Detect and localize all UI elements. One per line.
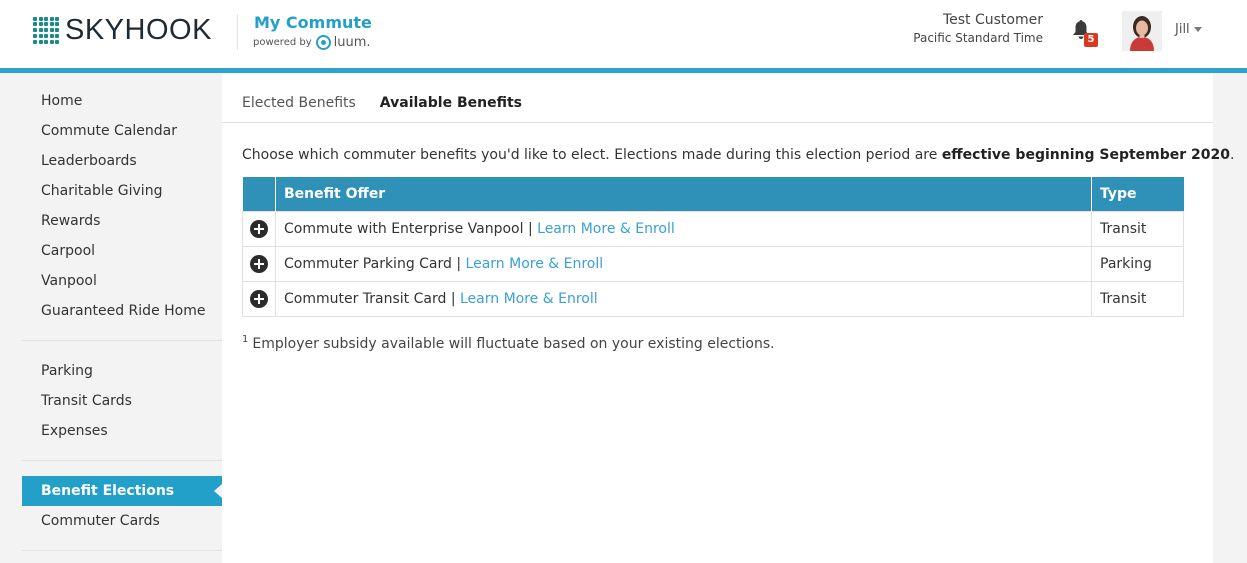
notification-count-badge[interactable]: 5 bbox=[1084, 33, 1098, 47]
learn-more-enroll-link[interactable]: Learn More & Enroll bbox=[466, 256, 604, 272]
plus-circle-icon[interactable] bbox=[250, 254, 268, 273]
skyhook-logo-icon bbox=[33, 16, 61, 45]
brand-name: SKYHOOK bbox=[65, 14, 212, 46]
plus-circle-icon[interactable] bbox=[250, 219, 268, 238]
sidebar-item-leaderboards[interactable]: Leaderboards bbox=[22, 146, 222, 176]
intro-text-end: . bbox=[1230, 147, 1235, 163]
sidebar-item-carpool[interactable]: Carpool bbox=[22, 236, 222, 266]
tabs-underline bbox=[222, 122, 1213, 123]
sidebar-divider bbox=[22, 550, 222, 551]
sidebar-item-transit-cards[interactable]: Transit Cards bbox=[22, 386, 222, 416]
benefit-offer-name: Commute with Enterprise Vanpool bbox=[284, 220, 524, 237]
sidebar-item-expenses[interactable]: Expenses bbox=[22, 416, 222, 446]
table-row: Commuter Parking Card | Learn More & Enr… bbox=[242, 245, 1184, 282]
benefit-offer-name: Commuter Transit Card bbox=[284, 290, 447, 307]
benefit-type-cell: Transit bbox=[1091, 280, 1184, 317]
sidebar-item-vanpool[interactable]: Vanpool bbox=[22, 266, 222, 296]
app-title[interactable]: My Commute bbox=[254, 13, 372, 32]
luum-logo-icon bbox=[315, 35, 331, 50]
table-row: Commuter Transit Card | Learn More & Enr… bbox=[242, 280, 1184, 317]
expand-cell bbox=[242, 210, 276, 247]
sidebar-nav: Home Commute Calendar Leaderboards Chari… bbox=[22, 86, 222, 563]
header-divider bbox=[237, 14, 238, 50]
expand-cell bbox=[242, 245, 276, 282]
footnote-marker: 1 bbox=[242, 334, 249, 345]
intro-text-main: Choose which commuter benefits you'd lik… bbox=[242, 147, 942, 163]
benefit-offer-cell: Commute with Enterprise Vanpool | Learn … bbox=[275, 210, 1092, 247]
table-header-icon bbox=[242, 177, 276, 211]
tab-elected-benefits[interactable]: Elected Benefits bbox=[242, 95, 356, 111]
user-timezone: Pacific Standard Time bbox=[913, 31, 1043, 45]
footnote-text: Employer subsidy available will fluctuat… bbox=[252, 336, 775, 352]
benefits-table: Benefit Offer Type Commute with Enterpri… bbox=[242, 177, 1184, 317]
table-row: Commute with Enterprise Vanpool | Learn … bbox=[242, 210, 1184, 247]
benefit-offer-cell: Commuter Transit Card | Learn More & Enr… bbox=[275, 280, 1092, 317]
sidebar-item-guaranteed-ride-home[interactable]: Guaranteed Ride Home bbox=[22, 296, 222, 326]
learn-more-enroll-link[interactable]: Learn More & Enroll bbox=[537, 221, 675, 237]
sidebar-item-commute-calendar[interactable]: Commute Calendar bbox=[22, 116, 222, 146]
benefit-tabs: Elected Benefits Available Benefits bbox=[242, 95, 546, 111]
offer-separator: | bbox=[523, 220, 538, 237]
benefit-offer-name: Commuter Parking Card bbox=[284, 255, 452, 272]
skyhook-logo[interactable]: SKYHOOK bbox=[33, 14, 212, 47]
expand-cell bbox=[242, 280, 276, 317]
sidebar-divider bbox=[22, 460, 222, 461]
benefit-type-cell: Transit bbox=[1091, 210, 1184, 247]
top-header: SKYHOOK My Commute powered by luum. Test… bbox=[0, 0, 1247, 69]
table-header-benefit-offer: Benefit Offer bbox=[275, 177, 1092, 211]
plus-circle-icon[interactable] bbox=[250, 289, 268, 308]
footnote: 1 Employer subsidy available will fluctua… bbox=[242, 334, 775, 352]
avatar[interactable] bbox=[1122, 11, 1162, 51]
table-header-type: Type bbox=[1091, 177, 1184, 211]
offer-separator: | bbox=[446, 290, 460, 307]
powered-by: powered by luum. bbox=[253, 35, 371, 50]
tab-available-benefits[interactable]: Available Benefits bbox=[380, 95, 522, 111]
sidebar-item-commuter-cards[interactable]: Commuter Cards bbox=[22, 506, 222, 536]
chevron-down-icon[interactable] bbox=[1194, 27, 1202, 32]
sidebar-item-charitable-giving[interactable]: Charitable Giving bbox=[22, 176, 222, 206]
offer-separator: | bbox=[451, 255, 466, 272]
benefit-type-cell: Parking bbox=[1091, 245, 1184, 282]
table-header-row: Benefit Offer Type bbox=[242, 177, 1184, 211]
main-panel: Elected Benefits Available Benefits Choo… bbox=[222, 73, 1234, 563]
intro-text-bold: effective beginning September 2020 bbox=[941, 147, 1230, 163]
user-full-name: Test Customer bbox=[942, 12, 1043, 28]
user-menu-label[interactable]: Jill bbox=[1175, 22, 1190, 37]
sidebar-item-home[interactable]: Home bbox=[22, 86, 222, 116]
learn-more-enroll-link[interactable]: Learn More & Enroll bbox=[460, 291, 598, 307]
benefit-offer-cell: Commuter Parking Card | Learn More & Enr… bbox=[275, 245, 1092, 282]
powered-by-label: powered by bbox=[253, 37, 312, 48]
sidebar-item-rewards[interactable]: Rewards bbox=[22, 206, 222, 236]
luum-brand: luum. bbox=[333, 35, 371, 50]
intro-text: Choose which commuter benefits you'd lik… bbox=[242, 147, 1234, 163]
sidebar-item-benefit-elections[interactable]: Benefit Elections bbox=[22, 476, 222, 506]
sidebar-divider bbox=[22, 340, 222, 341]
sidebar-item-parking[interactable]: Parking bbox=[22, 356, 222, 386]
